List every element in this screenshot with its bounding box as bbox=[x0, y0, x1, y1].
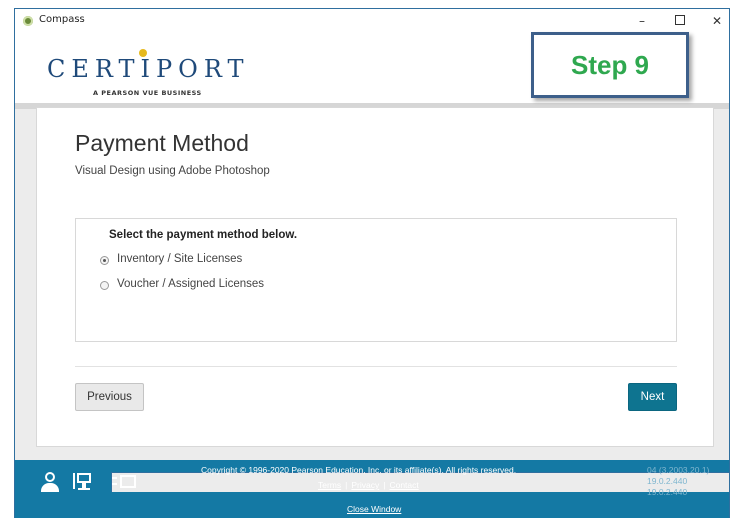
version-line: 04 (3.2003.20.1) bbox=[647, 465, 710, 475]
footer-links: Terms | Privacy | Contact bbox=[318, 480, 419, 490]
payment-option-label[interactable]: Voucher / Assigned Licenses bbox=[117, 278, 264, 290]
next-button[interactable]: Next bbox=[628, 383, 677, 411]
radio-button-selected[interactable] bbox=[100, 256, 109, 265]
step-label: Step 9 bbox=[570, 50, 650, 80]
contact-link[interactable]: Contact bbox=[389, 480, 418, 490]
content-panel: Payment Method Visual Design using Adobe… bbox=[36, 107, 714, 447]
payment-option-label[interactable]: Inventory / Site Licenses bbox=[117, 253, 242, 265]
link-separator: | bbox=[345, 480, 348, 490]
copyright-text: Copyright © 1996-2020 Pearson Education,… bbox=[201, 465, 517, 475]
close-window-link[interactable]: Close Window bbox=[347, 504, 401, 514]
logo-star-icon bbox=[139, 49, 147, 57]
version-line: 19.0.2.440 bbox=[647, 476, 688, 486]
payment-heading: Select the payment method below. bbox=[109, 229, 298, 241]
footer: Copyright © 1996-2020 Pearson Education,… bbox=[15, 460, 729, 518]
compass-app-icon bbox=[23, 16, 33, 26]
maximize-icon bbox=[675, 15, 685, 25]
terms-link[interactable]: Terms bbox=[318, 480, 341, 490]
divider bbox=[75, 366, 677, 367]
version-info: 04 (3.2003.20.1) 19.0.2.440 19.0.2.440 bbox=[647, 465, 709, 498]
radio-button[interactable] bbox=[100, 281, 109, 290]
certiport-logo: CERTIPORT bbox=[47, 55, 250, 83]
minimize-button[interactable]: – bbox=[632, 12, 652, 30]
logo-tagline: A PEARSON VUE BUSINESS bbox=[93, 89, 202, 97]
payment-options-box: Select the payment method below. Invento… bbox=[75, 218, 677, 342]
previous-button[interactable]: Previous bbox=[75, 383, 144, 411]
window-title: Compass bbox=[39, 14, 85, 25]
step-badge: Step 9 bbox=[531, 32, 689, 98]
window-icon[interactable] bbox=[111, 472, 729, 492]
close-button[interactable]: ✕ bbox=[707, 12, 727, 30]
link-separator: | bbox=[383, 480, 386, 490]
version-line: 19.0.2.440 bbox=[647, 487, 688, 497]
page-title: Payment Method bbox=[75, 130, 249, 156]
maximize-button[interactable] bbox=[670, 12, 690, 30]
exam-subtitle: Visual Design using Adobe Photoshop bbox=[75, 165, 270, 177]
privacy-link[interactable]: Privacy bbox=[351, 480, 379, 490]
